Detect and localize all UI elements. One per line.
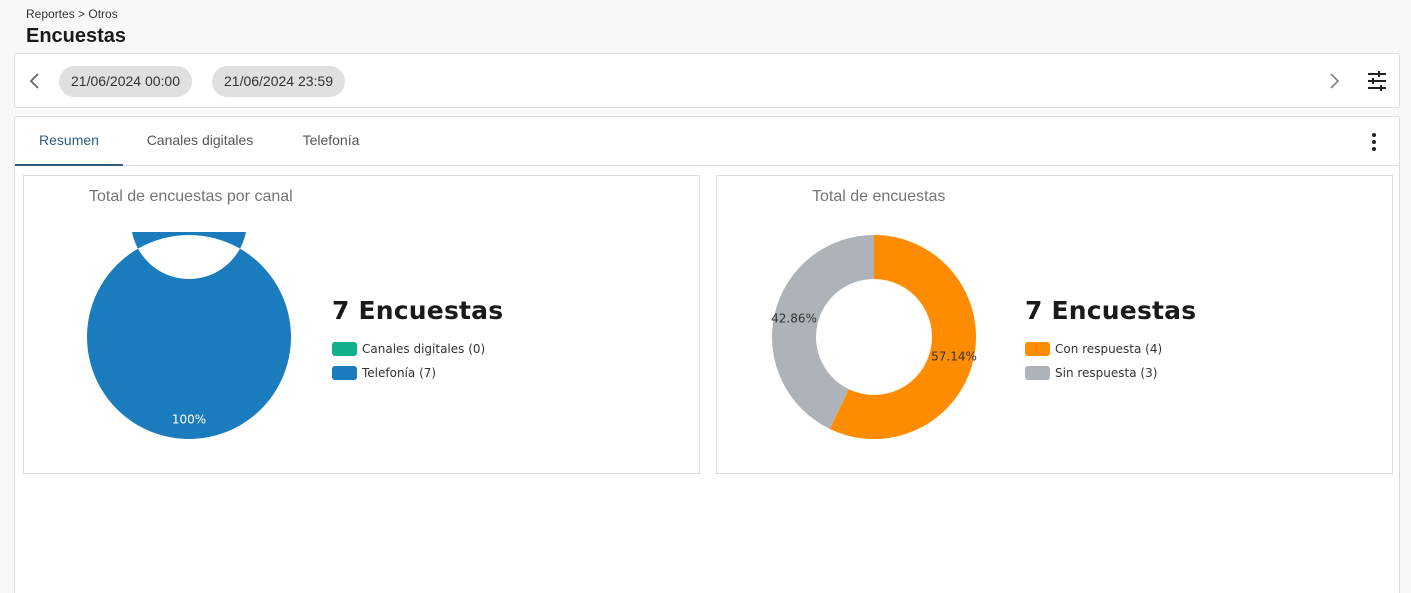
legend-label: Sin respuesta (3) [1055,366,1158,380]
total-count: 7 Encuestas [332,296,504,325]
legend-label: Canales digitales (0) [362,342,486,356]
legend-item-telefonia[interactable]: Telefonía (7) [332,361,503,385]
date-start-chip[interactable]: 21/06/2024 00:00 [59,66,192,97]
breadcrumb: Reportes > Otros [26,7,118,21]
legend-swatch [1025,342,1050,356]
chart-card-by-channel: Total de encuestas por canal 100% 7 Encu… [23,175,700,474]
legend-swatch [332,342,357,356]
tab-canales-digitales[interactable]: Canales digitales [123,117,277,166]
slice-percent-label: 100% [172,413,206,427]
total-count: 7 Encuestas [1025,296,1197,325]
slice-percent-label: 42.86% [771,312,817,326]
date-end-chip[interactable]: 21/06/2024 23:59 [212,66,345,97]
legend-swatch [1025,366,1050,380]
donut-chart-total: 57.14% 42.86% [771,235,977,439]
chart-title: Total de encuestas [812,188,946,205]
date-range-toolbar: 21/06/2024 00:00 21/06/2024 23:59 [14,53,1400,108]
report-panel: Resumen Canales digitales Telefonía Tota… [14,116,1400,593]
legend: Canales digitales (0) Telefonía (7) [332,337,503,385]
chart-card-total: Total de encuestas 57.14% 42.86% 7 Encues… [716,175,1393,474]
tab-bar: Resumen Canales digitales Telefonía [15,117,1399,166]
legend-item-canales-digitales[interactable]: Canales digitales (0) [332,337,503,361]
chart-title: Total de encuestas por canal [89,188,293,205]
more-vert-icon[interactable] [1363,131,1385,153]
legend-item-sin-respuesta[interactable]: Sin respuesta (3) [1025,361,1196,385]
chevron-left-icon[interactable] [25,71,45,91]
tab-telefonia[interactable]: Telefonía [277,117,385,166]
legend-label: Con respuesta (4) [1055,342,1163,356]
page-title: Encuestas [26,25,127,47]
tab-resumen[interactable]: Resumen [15,117,123,166]
chart-summary: 7 Encuestas Con respuesta (4) Sin respue… [1025,296,1196,385]
legend-item-con-respuesta[interactable]: Con respuesta (4) [1025,337,1196,361]
chevron-right-icon[interactable] [1324,71,1344,91]
donut-chart-by-channel: 100% [87,232,291,439]
chart-summary: 7 Encuestas Canales digitales (0) Telefo… [332,296,503,385]
page-header: Reportes > Otros Encuestas [26,7,126,48]
donut-slice-telefon-a[interactable] [87,232,291,439]
legend-label: Telefonía (7) [362,366,437,380]
slice-percent-label: 57.14% [931,350,977,364]
tune-icon[interactable] [1365,69,1389,93]
legend: Con respuesta (4) Sin respuesta (3) [1025,337,1196,385]
legend-swatch [332,366,357,380]
